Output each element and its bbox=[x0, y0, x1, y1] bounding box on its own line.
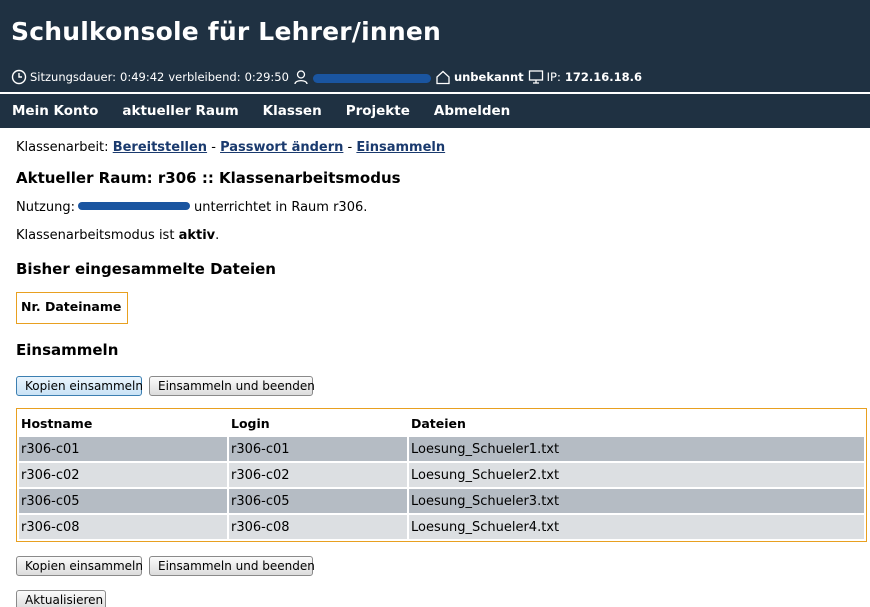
header-bar: Schulkonsole für Lehrer/innen Sitzungsda… bbox=[0, 0, 870, 92]
nav-item-projekte[interactable]: Projekte bbox=[346, 103, 410, 119]
table-header-row: Hostname Login Dateien bbox=[19, 411, 864, 435]
passwort-aendern-link[interactable]: Passwort ändern bbox=[220, 140, 343, 155]
session-duration: 0:49:42 bbox=[120, 70, 165, 84]
column-header-files: Dateien bbox=[409, 411, 864, 435]
nav-item-klassen[interactable]: Klassen bbox=[263, 103, 322, 119]
home-icon bbox=[435, 69, 451, 85]
collect-heading: Einsammeln bbox=[16, 341, 119, 359]
mode-text: Klassenarbeitsmodus ist bbox=[16, 228, 175, 243]
table-row: r306-c08 r306-c08 Loesung_Schueler4.txt bbox=[19, 515, 864, 539]
table-row: r306-c02 r306-c02 Loesung_Schueler2.txt bbox=[19, 463, 864, 487]
hostname-cell: r306-c08 bbox=[19, 515, 227, 539]
redacted-teacher-name bbox=[78, 202, 190, 210]
location-value: unbekannt bbox=[453, 70, 524, 84]
mode-status: aktiv bbox=[178, 228, 216, 243]
mode-end: . bbox=[215, 228, 220, 243]
files-cell: Loesung_Schueler4.txt bbox=[409, 515, 864, 539]
ip-value: 172.16.18.6 bbox=[564, 70, 642, 84]
hostname-cell: r306-c05 bbox=[19, 489, 227, 513]
hostname-cell: r306-c02 bbox=[19, 463, 227, 487]
monitor-icon bbox=[528, 69, 544, 85]
session-label: Sitzungsdauer: bbox=[30, 70, 117, 84]
collected-files-table: Nr. Dateiname bbox=[16, 292, 128, 324]
remaining-label: verbleibend: bbox=[168, 70, 241, 84]
collect-finish-button-top[interactable]: Einsammeln und beenden bbox=[149, 376, 315, 396]
einsammeln-link[interactable]: Einsammeln bbox=[356, 140, 445, 155]
refresh-button[interactable]: Aktualisieren bbox=[16, 590, 106, 607]
nav-item-abmelden[interactable]: Abmelden bbox=[434, 103, 510, 119]
column-header-login: Login bbox=[229, 411, 407, 435]
subnav: Klassenarbeit: Bereitstellen - Passwort … bbox=[16, 140, 445, 155]
login-cell: r306-c02 bbox=[229, 463, 407, 487]
table-row: r306-c01 r306-c01 Loesung_Schueler1.txt bbox=[19, 437, 864, 461]
nav-item-mein-konto[interactable]: Mein Konto bbox=[12, 103, 98, 119]
nav-item-aktueller-raum[interactable]: aktueller Raum bbox=[122, 103, 238, 119]
main-nav: Mein Konto aktueller Raum Klassen Projek… bbox=[0, 94, 870, 128]
collected-files-header: Nr. Dateiname bbox=[21, 299, 122, 314]
session-info: Sitzungsdauer: 0:49:42 verbleibend: 0:29… bbox=[11, 68, 642, 86]
redacted-username bbox=[312, 73, 431, 83]
room-heading: Aktueller Raum: r306 :: Klassenarbeitsmo… bbox=[16, 169, 401, 187]
table-row: r306-c05 r306-c05 Loesung_Schueler3.txt bbox=[19, 489, 864, 513]
ip-label: IP: bbox=[546, 70, 561, 84]
hosts-table: Hostname Login Dateien r306-c01 r306-c01… bbox=[16, 408, 867, 542]
subnav-separator: - bbox=[347, 140, 353, 155]
mode-line: Klassenarbeitsmodus ist aktiv. bbox=[16, 228, 219, 243]
bereitstellen-link[interactable]: Bereitstellen bbox=[113, 140, 207, 155]
subnav-separator: - bbox=[211, 140, 216, 155]
usage-suffix: unterrichtet in Raum r306. bbox=[194, 200, 368, 215]
files-cell: Loesung_Schueler3.txt bbox=[409, 489, 864, 513]
login-cell: r306-c05 bbox=[229, 489, 407, 513]
usage-prefix: Nutzung: bbox=[16, 200, 75, 215]
collected-files-heading: Bisher eingesammelte Dateien bbox=[16, 260, 276, 278]
column-header-hostname: Hostname bbox=[19, 411, 227, 435]
remaining-time: 0:29:50 bbox=[244, 70, 289, 84]
files-cell: Loesung_Schueler2.txt bbox=[409, 463, 864, 487]
hostname-cell: r306-c01 bbox=[19, 437, 227, 461]
copy-collect-button-bottom[interactable]: Kopien einsammeln bbox=[16, 556, 143, 576]
app-title: Schulkonsole für Lehrer/innen bbox=[11, 17, 442, 46]
subnav-prefix: Klassenarbeit: bbox=[16, 140, 109, 155]
login-cell: r306-c08 bbox=[229, 515, 407, 539]
files-cell: Loesung_Schueler1.txt bbox=[409, 437, 864, 461]
login-cell: r306-c01 bbox=[229, 437, 407, 461]
collect-finish-button-bottom[interactable]: Einsammeln und beenden bbox=[149, 556, 315, 576]
user-icon bbox=[293, 69, 309, 85]
copy-collect-button-top[interactable]: Kopien einsammeln bbox=[16, 376, 143, 396]
usage-line: Nutzung: unterrichtet in Raum r306. bbox=[16, 200, 367, 215]
clock-icon bbox=[11, 69, 27, 85]
